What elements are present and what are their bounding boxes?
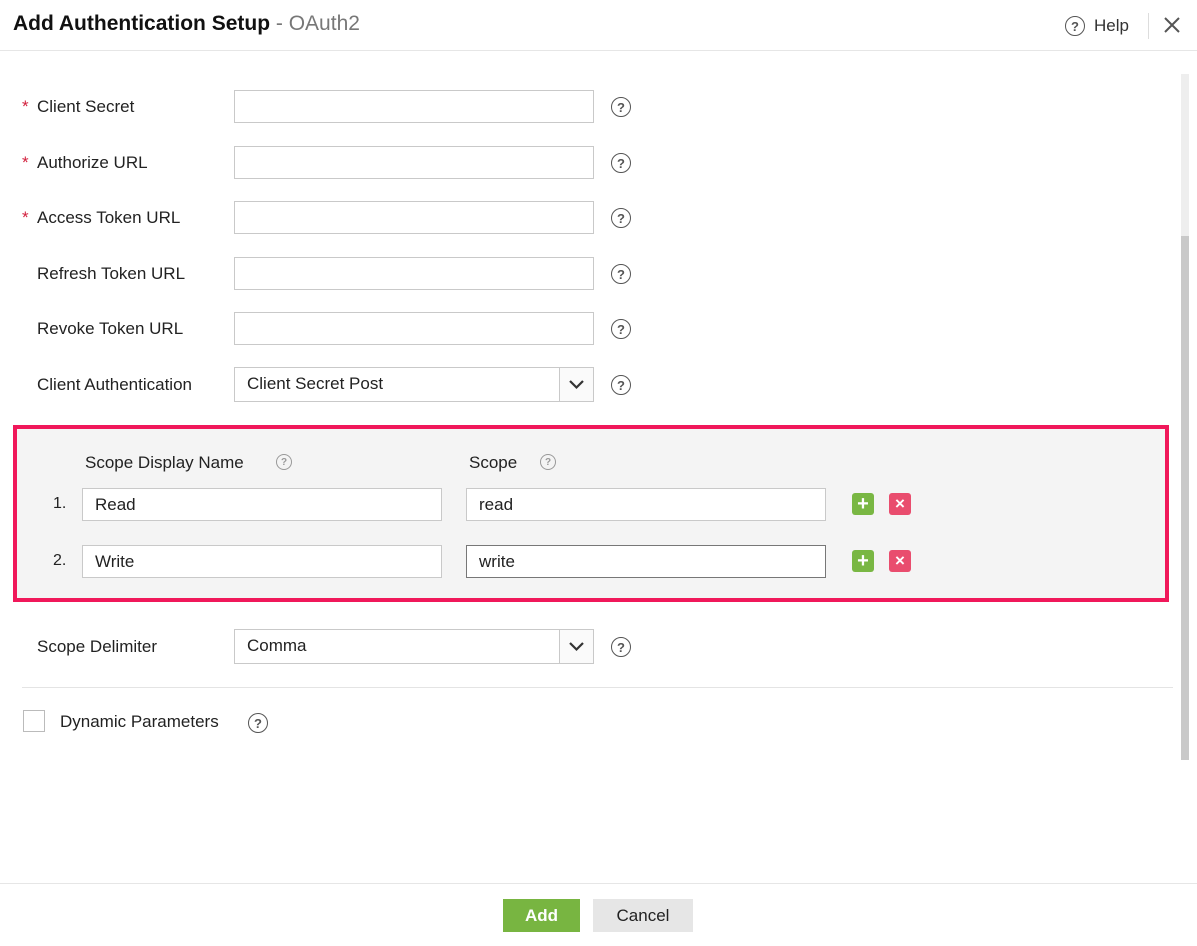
scope-delimiter-select[interactable]: Comma bbox=[234, 629, 594, 664]
close-icon: × bbox=[895, 551, 905, 570]
help-icon[interactable]: ? bbox=[276, 454, 292, 470]
access-token-url-input[interactable] bbox=[234, 201, 594, 234]
scope-display-name-input[interactable] bbox=[82, 545, 442, 578]
help-icon[interactable]: ? bbox=[248, 713, 268, 733]
scope-input[interactable] bbox=[466, 545, 826, 578]
help-icon[interactable]: ? bbox=[540, 454, 556, 470]
refresh-token-url-input[interactable] bbox=[234, 257, 594, 290]
help-icon[interactable]: ? bbox=[611, 319, 631, 339]
access-token-url-label: Access Token URL bbox=[37, 208, 181, 227]
scope-section: Scope Display Name ? Scope ? 1. + × 2. +… bbox=[13, 425, 1169, 602]
cancel-button[interactable]: Cancel bbox=[593, 899, 693, 932]
remove-scope-button[interactable]: × bbox=[889, 493, 911, 515]
dialog-title: Add Authentication Setup - OAuth2 bbox=[13, 12, 360, 35]
required-marker: * bbox=[22, 97, 29, 116]
row-index: 2. bbox=[53, 552, 67, 569]
add-scope-button[interactable]: + bbox=[852, 550, 874, 572]
plus-icon: + bbox=[857, 549, 869, 572]
dropdown-button[interactable] bbox=[559, 368, 593, 401]
revoke-token-url-input[interactable] bbox=[234, 312, 594, 345]
chevron-down-icon bbox=[569, 642, 584, 652]
scope-input[interactable] bbox=[466, 488, 826, 521]
scope-display-name-input[interactable] bbox=[82, 488, 442, 521]
footer-divider bbox=[0, 883, 1197, 884]
client-secret-label: Client Secret bbox=[37, 97, 135, 116]
scope-delimiter-label: Scope Delimiter bbox=[37, 637, 157, 656]
close-icon[interactable] bbox=[1160, 13, 1184, 37]
client-secret-input[interactable] bbox=[234, 90, 594, 123]
help-icon[interactable]: ? bbox=[611, 153, 631, 173]
question-circle-icon: ? bbox=[1065, 16, 1085, 36]
add-scope-button[interactable]: + bbox=[852, 493, 874, 515]
row-index: 1. bbox=[53, 495, 67, 512]
authorize-url-input[interactable] bbox=[234, 146, 594, 179]
dynamic-parameters-label: Dynamic Parameters bbox=[60, 712, 219, 731]
help-button[interactable]: ? Help bbox=[1065, 15, 1129, 37]
close-icon: × bbox=[895, 494, 905, 513]
scope-header: Scope bbox=[469, 453, 518, 472]
dynamic-parameters-checkbox[interactable] bbox=[23, 710, 45, 732]
required-marker: * bbox=[22, 153, 29, 172]
header-divider bbox=[1148, 13, 1149, 39]
help-icon[interactable]: ? bbox=[611, 97, 631, 117]
client-authentication-value: Client Secret Post bbox=[247, 374, 384, 393]
add-button[interactable]: Add bbox=[503, 899, 580, 932]
authorize-url-label: Authorize URL bbox=[37, 153, 148, 172]
client-authentication-select[interactable]: Client Secret Post bbox=[234, 367, 594, 402]
scrollbar-thumb[interactable] bbox=[1181, 236, 1189, 760]
help-icon[interactable]: ? bbox=[611, 208, 631, 228]
dialog-subtitle: OAuth2 bbox=[288, 12, 360, 35]
section-divider bbox=[22, 687, 1173, 688]
help-icon[interactable]: ? bbox=[611, 375, 631, 395]
help-label: Help bbox=[1094, 16, 1129, 35]
help-icon[interactable]: ? bbox=[611, 264, 631, 284]
client-authentication-label: Client Authentication bbox=[37, 375, 192, 394]
required-marker: * bbox=[22, 208, 29, 227]
refresh-token-url-label: Refresh Token URL bbox=[37, 264, 186, 283]
dropdown-button[interactable] bbox=[559, 630, 593, 663]
revoke-token-url-label: Revoke Token URL bbox=[37, 319, 184, 338]
help-icon[interactable]: ? bbox=[611, 637, 631, 657]
plus-icon: + bbox=[857, 492, 869, 515]
scope-display-name-header: Scope Display Name bbox=[85, 453, 244, 472]
dialog-header: Add Authentication Setup - OAuth2 ? Help bbox=[0, 0, 1197, 51]
remove-scope-button[interactable]: × bbox=[889, 550, 911, 572]
chevron-down-icon bbox=[569, 380, 584, 390]
scope-delimiter-value: Comma bbox=[247, 636, 307, 655]
